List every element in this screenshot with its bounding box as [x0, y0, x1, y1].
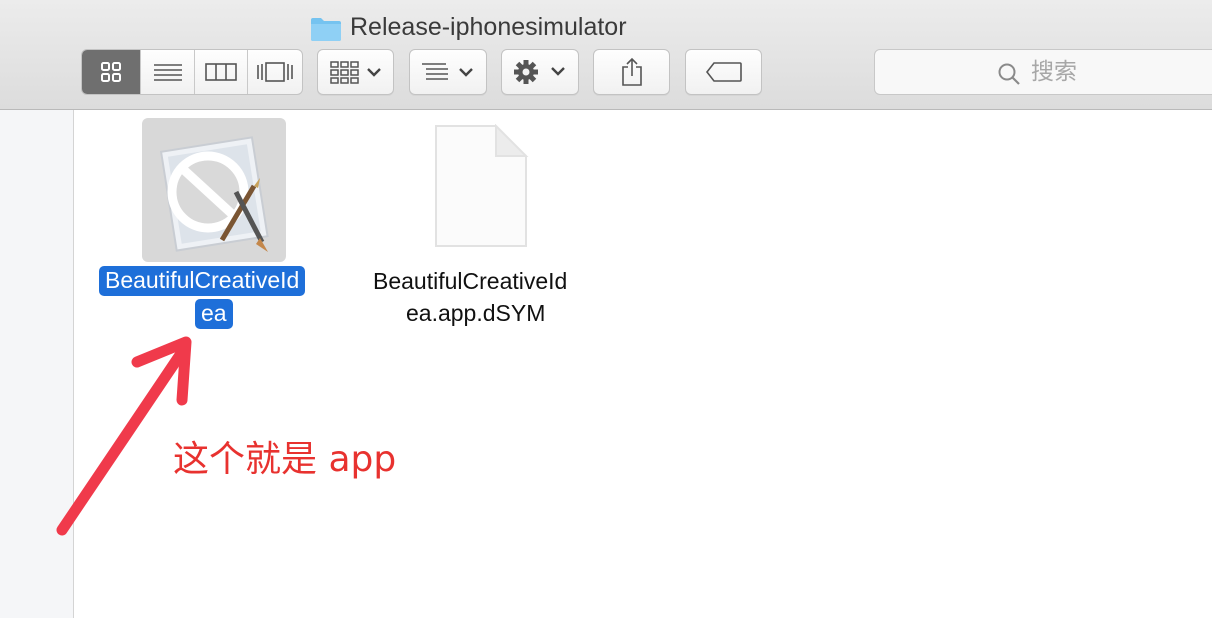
share-icon	[621, 57, 642, 86]
folder-icon	[311, 18, 341, 41]
file-item-dsym[interactable]	[430, 123, 530, 250]
gear-icon	[514, 60, 565, 84]
file-name-line1-app[interactable]: BeautifulCreativeId	[99, 266, 306, 296]
list-icon	[153, 64, 182, 81]
grid-icon	[101, 62, 121, 82]
view-mode-control[interactable]	[81, 49, 303, 95]
search-icon	[998, 63, 1020, 85]
app-icon	[159, 136, 269, 252]
action-button[interactable]	[501, 49, 579, 95]
list-view-button[interactable]	[141, 50, 195, 94]
sort-button[interactable]	[409, 49, 487, 95]
icon-view-button[interactable]	[82, 50, 141, 94]
arrange-icon	[329, 61, 381, 84]
column-view-button[interactable]	[195, 50, 248, 94]
annotation-text: 这个就是 app	[173, 439, 397, 480]
document-icon	[435, 123, 529, 247]
sort-icon	[422, 63, 473, 80]
window-title: Release-iphonesimulator	[350, 13, 627, 41]
columns-icon	[205, 63, 237, 81]
cover-flow-view-button[interactable]	[248, 50, 302, 94]
search-field[interactable]	[874, 49, 1212, 95]
file-name-line2-app[interactable]: ea	[195, 299, 233, 329]
tag-icon	[705, 62, 742, 82]
share-button[interactable]	[593, 49, 670, 95]
file-name-line2-dsym[interactable]: ea.app.dSYM	[406, 300, 545, 327]
file-item-app[interactable]	[142, 118, 286, 262]
window-title-bar: Release-iphonesimulator	[0, 6, 1000, 42]
coverflow-icon	[257, 62, 293, 82]
arrange-button[interactable]	[317, 49, 394, 95]
chevron-down-icon	[366, 68, 381, 77]
file-name-line1-dsym[interactable]: BeautifulCreativeId	[373, 268, 567, 295]
search-input[interactable]	[1031, 58, 1191, 86]
tags-button[interactable]	[685, 49, 762, 95]
title-toolbar: Release-iphonesimulator	[0, 0, 1212, 110]
